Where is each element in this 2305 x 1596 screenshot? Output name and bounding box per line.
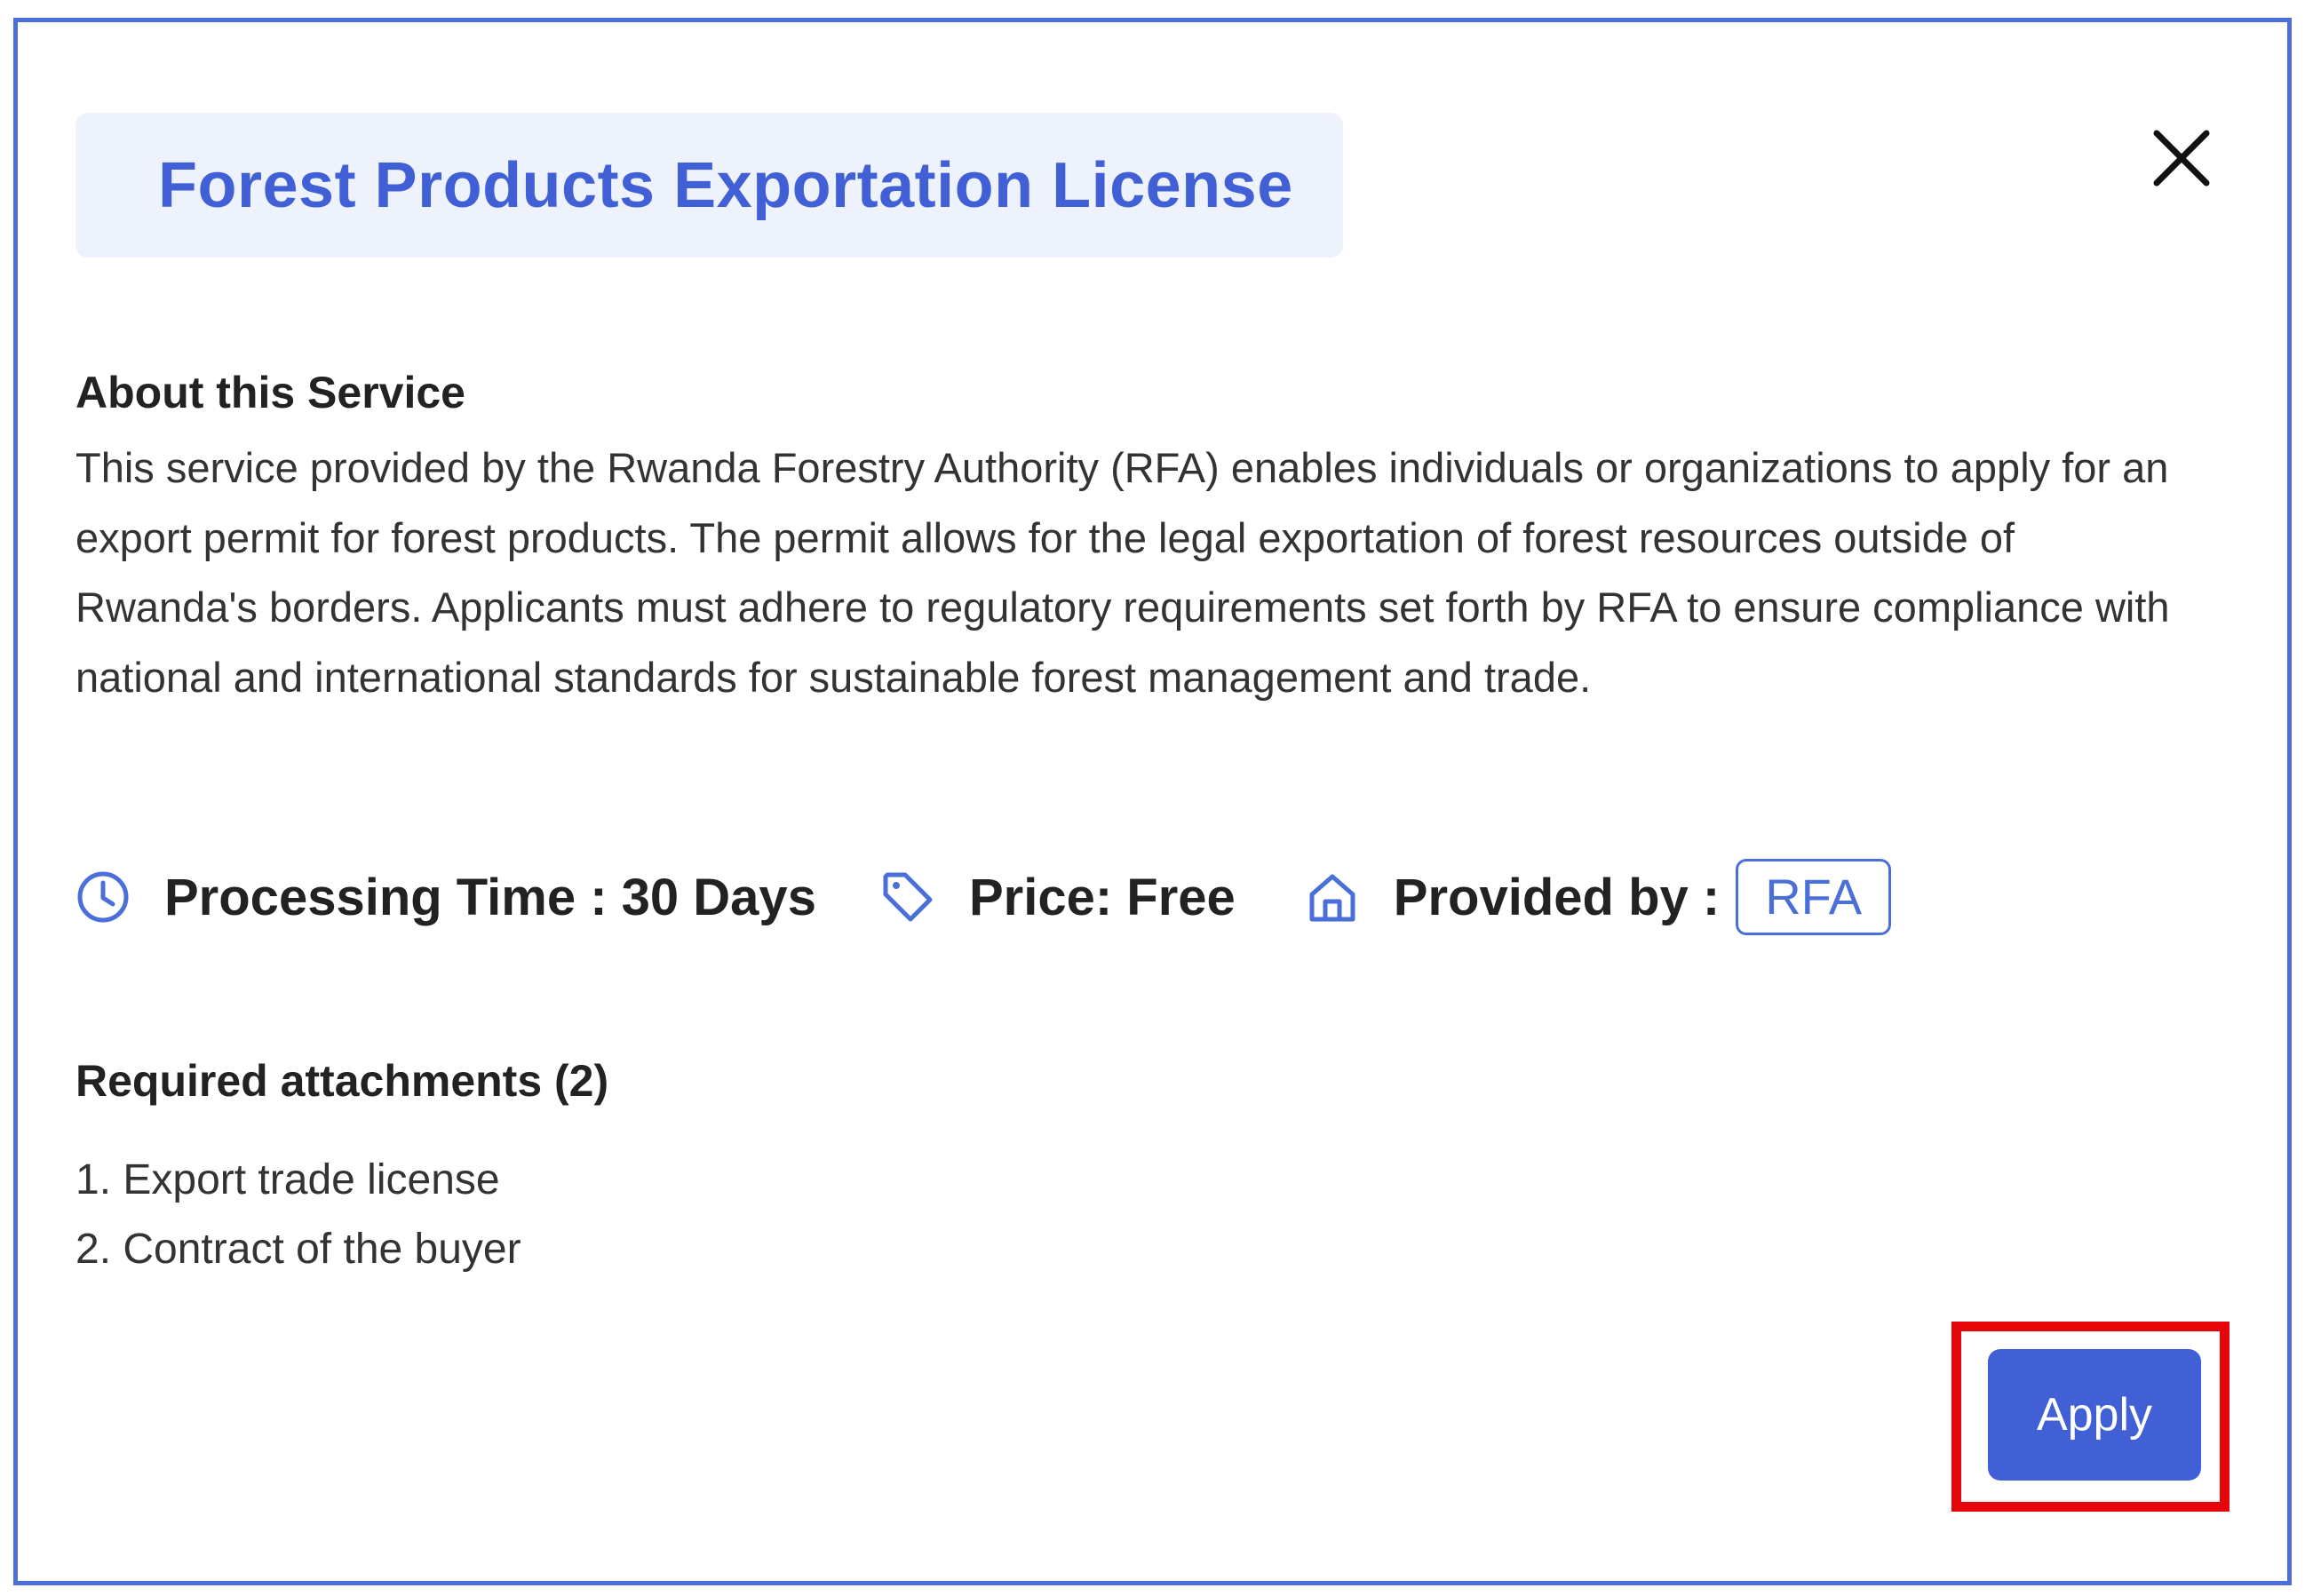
home-icon [1305,869,1360,925]
about-description: This service provided by the Rwanda Fore… [76,444,2170,701]
tag-icon [880,869,935,925]
close-icon [2153,130,2210,187]
title-banner: Forest Products Exportation License [76,113,1343,258]
provided-by-label: Provided by : [1393,868,1721,926]
service-meta-row: Processing Time : 30 Days Price: Free Pr… [76,853,1892,941]
attachments-list: 1. Export trade license 2. Contract of t… [76,1146,521,1284]
attachments-heading: Required attachments (2) [76,1056,609,1106]
about-heading: About this Service [76,368,465,417]
dialog-title: Forest Products Exportation License [158,149,1293,221]
apply-button[interactable]: Apply [1988,1349,2201,1481]
list-item: 1. Export trade license [76,1156,500,1203]
price: Price: Free [968,868,1236,926]
clock-icon [76,869,131,925]
close-button[interactable] [2148,124,2215,192]
processing-time: Processing Time : 30 Days [164,868,816,926]
provider-badge: RFA [1736,859,1892,935]
list-item: 2. Contract of the buyer [76,1226,521,1273]
